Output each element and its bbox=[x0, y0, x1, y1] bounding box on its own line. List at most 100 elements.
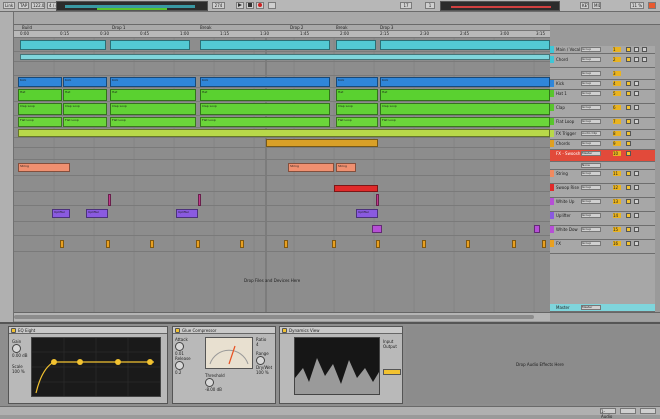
track-number[interactable]: 10 bbox=[613, 151, 621, 156]
track-number[interactable]: 9 bbox=[613, 141, 621, 146]
track-header-chord[interactable]: Chord Group 2 bbox=[550, 56, 655, 68]
clap-clip[interactable]: Clap Loop bbox=[380, 103, 550, 115]
solo-button[interactable] bbox=[626, 91, 631, 96]
browser-collapsed[interactable] bbox=[0, 12, 14, 322]
track-number[interactable]: 5 bbox=[613, 91, 621, 96]
track-lane-white-down[interactable] bbox=[14, 222, 550, 236]
solo-button[interactable] bbox=[626, 151, 631, 156]
track-name[interactable]: Hat 1 bbox=[550, 90, 580, 97]
track-header-chords[interactable]: Chords Group 9 bbox=[550, 140, 655, 150]
fx-trigger-clip[interactable] bbox=[18, 129, 550, 137]
flat-loop-clip[interactable]: Flat Loop bbox=[380, 117, 550, 127]
track-lane-chords[interactable] bbox=[14, 138, 550, 148]
uplifter-clip[interactable]: Uplifter bbox=[176, 209, 198, 218]
track-name[interactable]: FX Trigger bbox=[550, 130, 580, 137]
track-name[interactable]: Chord bbox=[550, 56, 580, 63]
mute-button[interactable] bbox=[634, 81, 639, 86]
kick-clip[interactable]: Kick bbox=[18, 77, 62, 87]
track-number[interactable]: 12 bbox=[613, 185, 621, 190]
track-name[interactable]: Main / Vocal bbox=[550, 46, 580, 53]
mute-button[interactable] bbox=[634, 199, 639, 204]
solo-button[interactable] bbox=[626, 105, 631, 110]
arrangement-overview[interactable] bbox=[56, 1, 208, 11]
loop-start-field[interactable]: 17 bbox=[400, 2, 412, 9]
solo-button[interactable] bbox=[626, 171, 631, 176]
audio-clip[interactable] bbox=[336, 40, 376, 50]
track-name[interactable]: String bbox=[550, 170, 580, 177]
gain-knob[interactable] bbox=[12, 344, 21, 353]
ratio-value[interactable]: 4 bbox=[256, 342, 276, 347]
track-name[interactable]: FX bbox=[550, 240, 580, 247]
track-name[interactable]: Clap bbox=[550, 104, 580, 111]
track-number[interactable]: 14 bbox=[613, 213, 621, 218]
hat-clip[interactable]: Hat bbox=[110, 89, 196, 101]
locator[interactable]: Drop 1 bbox=[112, 25, 125, 30]
chords-clip[interactable] bbox=[266, 139, 378, 147]
track-input-select[interactable]: Group bbox=[581, 199, 601, 204]
white-down-clip[interactable] bbox=[534, 225, 540, 233]
device-title[interactable]: Glue Compressor bbox=[173, 327, 275, 334]
clap-clip[interactable]: Clap Loop bbox=[110, 103, 196, 115]
string-clip[interactable]: String bbox=[336, 163, 356, 172]
track-lane-swoosh[interactable] bbox=[14, 148, 550, 160]
track-name[interactable]: Master bbox=[550, 304, 580, 311]
track-header-hat[interactable]: Hat 1 Group 5 bbox=[550, 90, 655, 104]
track-header-fx-trigger[interactable]: FX Trigger Audio Clip 8 bbox=[550, 130, 655, 140]
mute-button[interactable] bbox=[634, 241, 639, 246]
solo-button[interactable] bbox=[626, 47, 631, 52]
track-number[interactable]: 6 bbox=[613, 105, 621, 110]
mute-button[interactable] bbox=[634, 119, 639, 124]
track-header-kick[interactable]: Kick Group 4 bbox=[550, 80, 655, 90]
track-number[interactable]: 11 bbox=[613, 171, 621, 176]
record-icon[interactable] bbox=[256, 2, 264, 9]
kick-clip[interactable]: Kick bbox=[200, 77, 330, 87]
attack-knob[interactable] bbox=[175, 342, 184, 351]
dynamics-device[interactable]: Dynamics View Input Output bbox=[279, 326, 403, 404]
tap-button[interactable]: TAP bbox=[18, 2, 29, 9]
clap-clip[interactable]: Clap Loop bbox=[336, 103, 378, 115]
track-input-select[interactable]: Master bbox=[581, 305, 601, 310]
track-input-select[interactable]: Master bbox=[581, 151, 601, 156]
solo-button[interactable] bbox=[626, 81, 631, 86]
audio-clip[interactable] bbox=[20, 54, 550, 60]
time-ruler[interactable]: 0:00 0:15 0:30 0:45 1:00 1:15 1:30 1:45 … bbox=[14, 31, 550, 38]
track-lane-fx[interactable] bbox=[14, 236, 550, 252]
fx-clip[interactable] bbox=[106, 240, 110, 248]
stop-icon[interactable] bbox=[246, 2, 254, 9]
uplifter-clip[interactable]: Uplifter bbox=[356, 209, 378, 218]
locator[interactable]: Drop 3 bbox=[380, 25, 393, 30]
midi-map-button[interactable]: MIDI bbox=[592, 2, 601, 9]
track-number[interactable]: 16 bbox=[613, 241, 621, 246]
track-name[interactable]: Kick bbox=[550, 80, 580, 87]
track-header-empty[interactable]: Group 3 bbox=[550, 70, 655, 80]
track-header-master[interactable]: Master Master bbox=[550, 304, 655, 312]
kick-clip[interactable]: Kick bbox=[110, 77, 196, 87]
locator[interactable]: Break bbox=[336, 25, 348, 30]
audio-clip[interactable] bbox=[20, 40, 106, 50]
track-header-swoosh[interactable]: FX - Swoosh Master 10 bbox=[550, 150, 655, 162]
track-header-white-down[interactable]: White Dow Group 15 bbox=[550, 226, 655, 240]
track-input-select[interactable]: Group bbox=[581, 241, 601, 246]
clap-clip[interactable]: Clap Loop bbox=[63, 103, 107, 115]
clap-clip[interactable]: Clap Loop bbox=[200, 103, 330, 115]
drop-zone[interactable]: Drop Audio Effects Here bbox=[406, 326, 660, 404]
mute-button[interactable] bbox=[634, 47, 639, 52]
hat-clip[interactable]: Hat bbox=[63, 89, 107, 101]
solo-button[interactable] bbox=[626, 213, 631, 218]
track-name[interactable]: Swoop Rise bbox=[550, 184, 580, 191]
fx-clip[interactable] bbox=[196, 240, 200, 248]
track-name[interactable]: White Dow bbox=[550, 226, 580, 233]
solo-button[interactable] bbox=[626, 141, 631, 146]
drywet-value[interactable]: 100 % bbox=[256, 370, 276, 375]
loop-icon[interactable] bbox=[268, 2, 276, 9]
track-lane-fx-trigger[interactable] bbox=[14, 128, 550, 138]
fold-icon[interactable] bbox=[620, 408, 636, 414]
solo-button[interactable] bbox=[626, 119, 631, 124]
track-header-swoop-rise[interactable]: Swoop Rise Group 12 bbox=[550, 184, 655, 198]
track-input-select[interactable]: Group bbox=[581, 185, 601, 190]
track-input-select[interactable]: Group bbox=[581, 105, 601, 110]
flat-loop-clip[interactable]: Flat Loop bbox=[18, 117, 62, 127]
key-map-button[interactable]: KEY bbox=[580, 2, 589, 9]
track-input-select[interactable]: Group bbox=[581, 141, 601, 146]
white-down-clip[interactable] bbox=[372, 225, 382, 233]
